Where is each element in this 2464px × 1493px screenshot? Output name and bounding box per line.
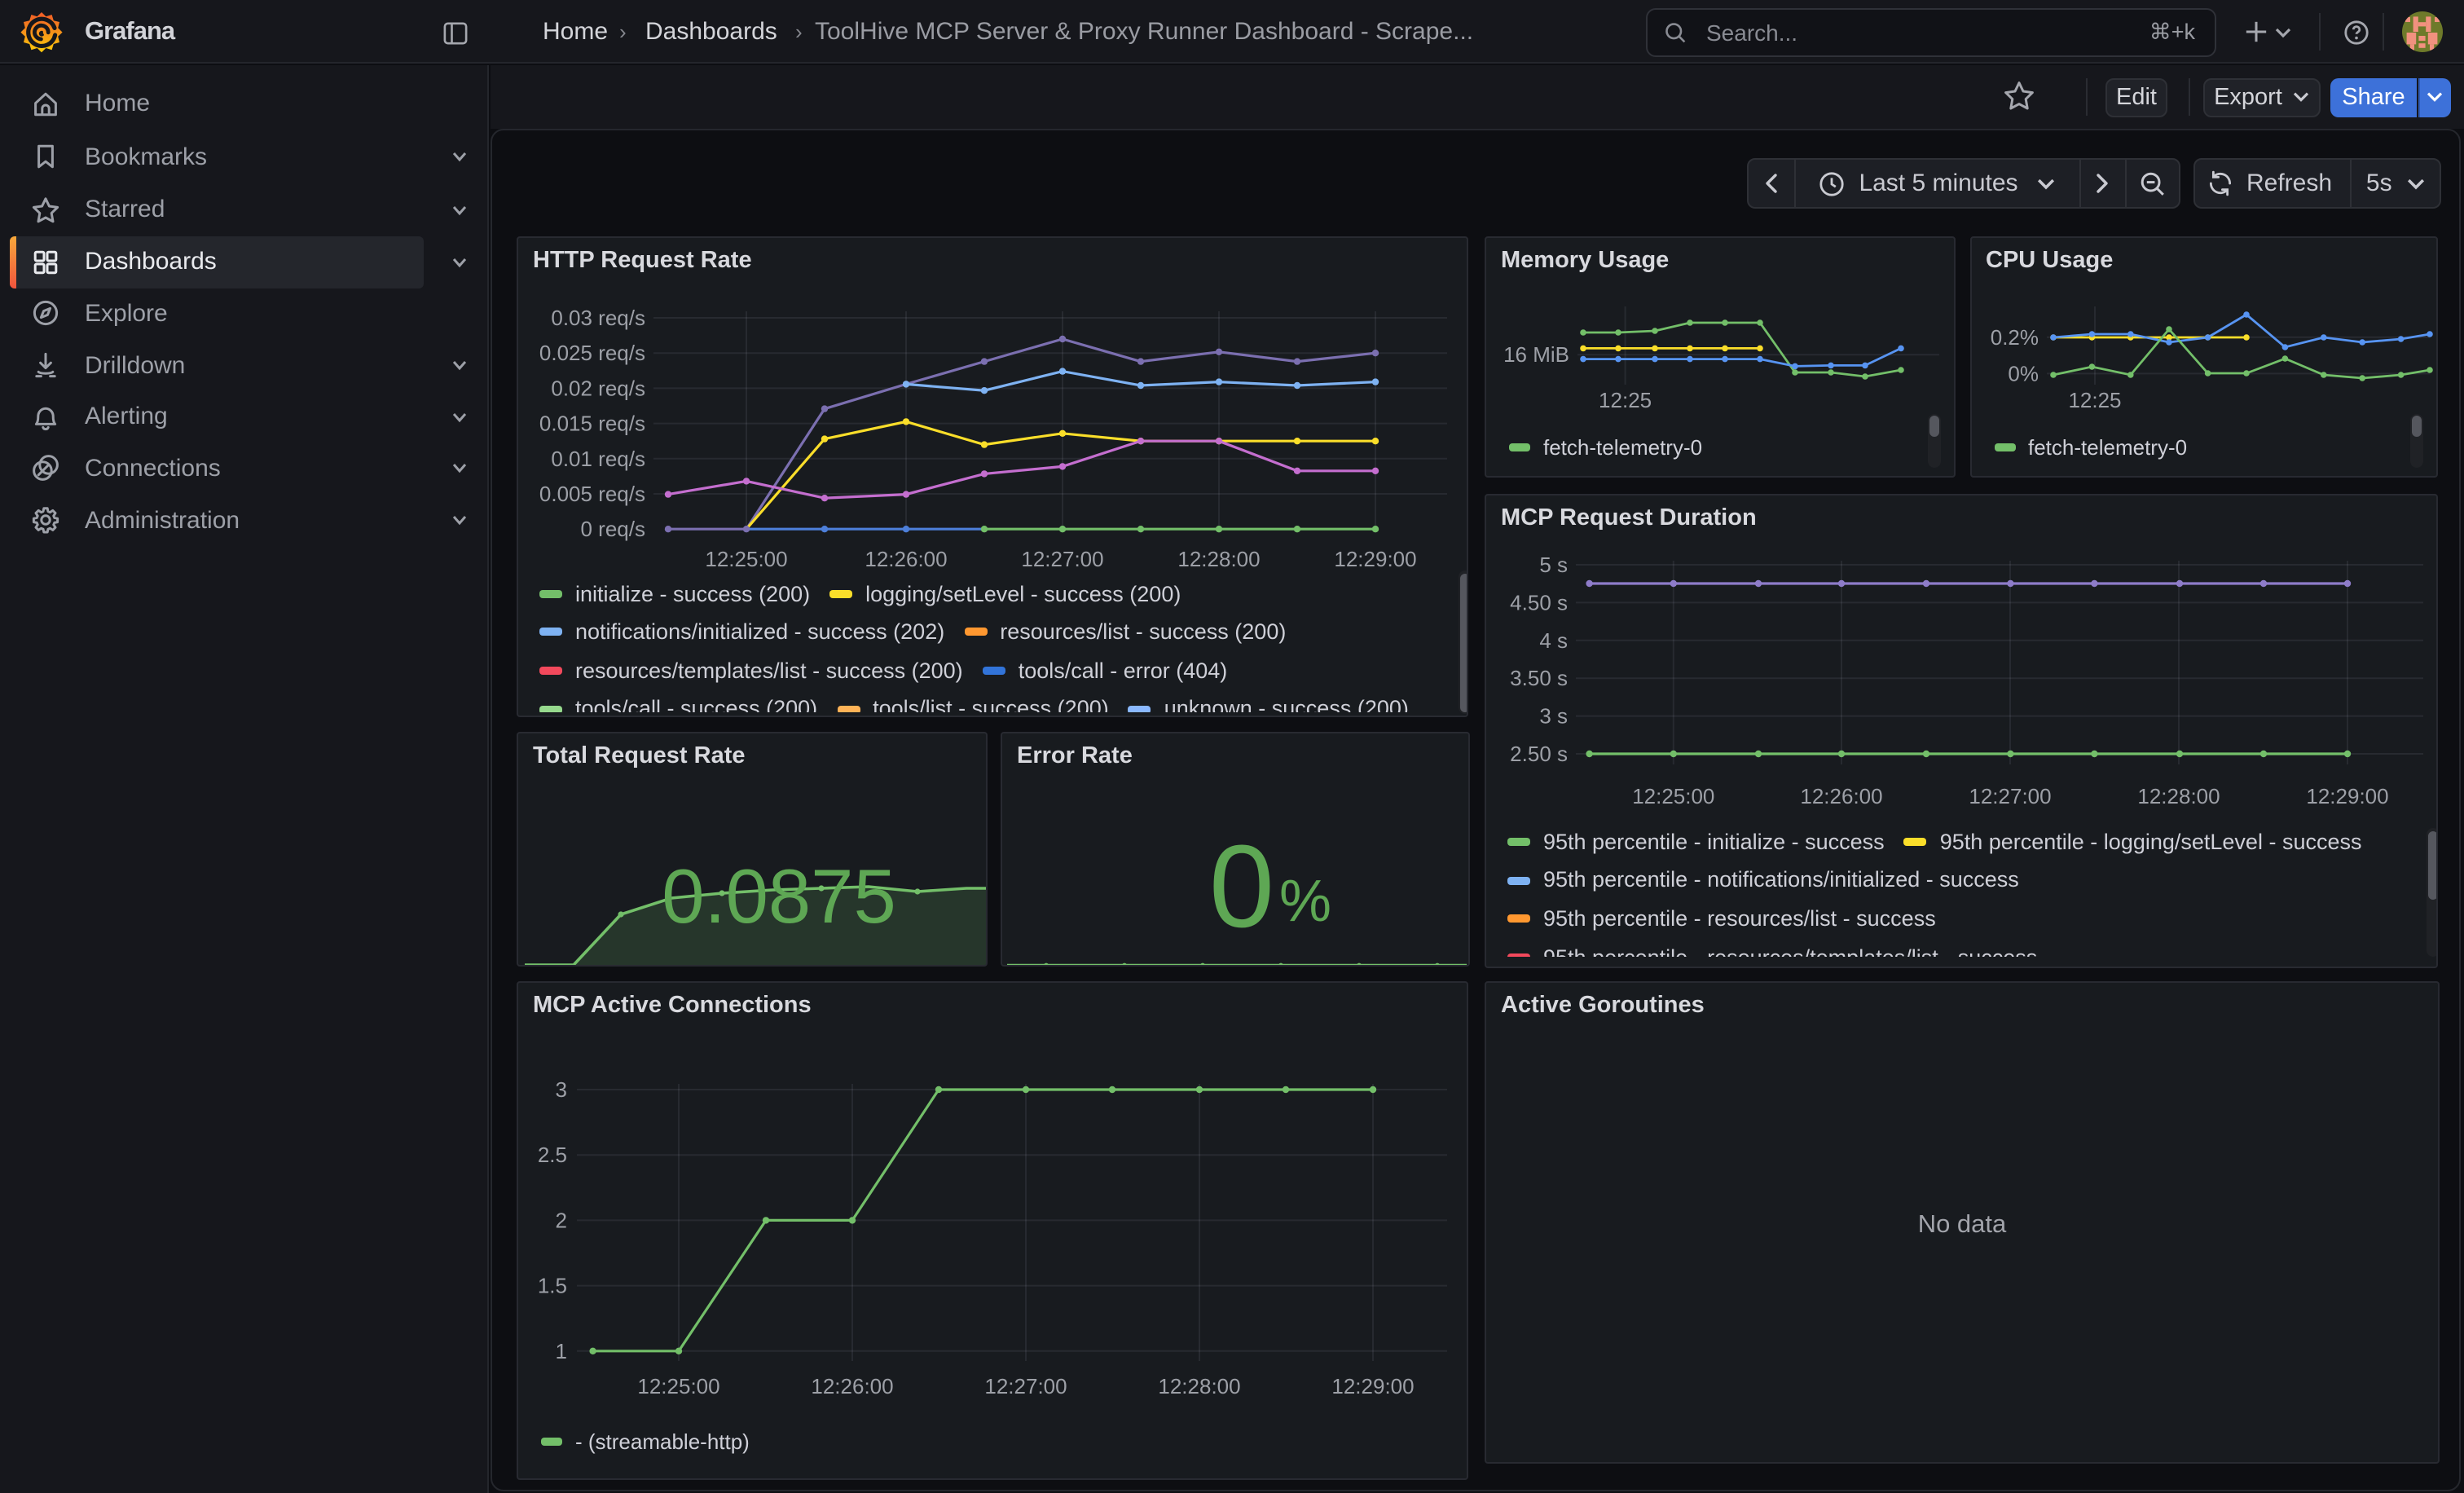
svg-text:12:25:00: 12:25:00 (1632, 783, 1714, 808)
svg-text:12:29:00: 12:29:00 (1331, 1374, 1414, 1398)
svg-text:3 s: 3 s (1539, 703, 1568, 728)
svg-text:12:27:00: 12:27:00 (984, 1374, 1067, 1398)
svg-text:0%: 0% (2007, 361, 2038, 385)
svg-text:12:25:00: 12:25:00 (705, 547, 787, 571)
svg-text:12:28:00: 12:28:00 (1177, 547, 1260, 571)
svg-text:0.025 req/s: 0.025 req/s (539, 341, 645, 365)
svg-text:12:26:00: 12:26:00 (811, 1374, 893, 1398)
svg-text:12:29:00: 12:29:00 (2306, 783, 2388, 808)
svg-text:0.005 req/s: 0.005 req/s (539, 482, 645, 506)
svg-text:4 s: 4 s (1539, 628, 1568, 652)
svg-text:12:27:00: 12:27:00 (1021, 547, 1103, 571)
svg-text:0.2%: 0.2% (1990, 325, 2038, 350)
svg-text:12:27:00: 12:27:00 (1969, 783, 2051, 808)
svg-text:3.50 s: 3.50 s (1510, 665, 1568, 689)
svg-text:12:25: 12:25 (2067, 388, 2120, 412)
svg-text:12:28:00: 12:28:00 (1158, 1374, 1240, 1398)
svg-text:0.01 req/s: 0.01 req/s (551, 447, 645, 471)
svg-text:12:25: 12:25 (1599, 388, 1652, 412)
svg-text:4.50 s: 4.50 s (1510, 589, 1568, 614)
svg-text:12:25:00: 12:25:00 (637, 1374, 719, 1398)
svg-text:12:29:00: 12:29:00 (1334, 547, 1416, 571)
svg-text:0: 0 (1209, 821, 1274, 952)
svg-text:3: 3 (556, 1077, 567, 1102)
svg-text:0.02 req/s: 0.02 req/s (551, 376, 645, 400)
svg-text:0.0875: 0.0875 (662, 853, 896, 939)
svg-text:2.5: 2.5 (538, 1143, 567, 1167)
svg-text:2: 2 (556, 1208, 567, 1232)
svg-text:12:28:00: 12:28:00 (2137, 783, 2220, 808)
svg-text:1.5: 1.5 (538, 1274, 567, 1298)
svg-text:0.015 req/s: 0.015 req/s (539, 412, 645, 436)
svg-text:0 req/s: 0 req/s (581, 517, 646, 541)
svg-text:2.50 s: 2.50 s (1510, 741, 1568, 765)
svg-text:%: % (1279, 869, 1331, 934)
svg-text:0.03 req/s: 0.03 req/s (551, 306, 645, 330)
svg-text:1: 1 (556, 1339, 567, 1363)
svg-text:12:26:00: 12:26:00 (1800, 783, 1882, 808)
svg-text:5 s: 5 s (1539, 552, 1568, 576)
svg-text:16 MiB: 16 MiB (1503, 342, 1569, 367)
svg-text:12:26:00: 12:26:00 (865, 547, 947, 571)
